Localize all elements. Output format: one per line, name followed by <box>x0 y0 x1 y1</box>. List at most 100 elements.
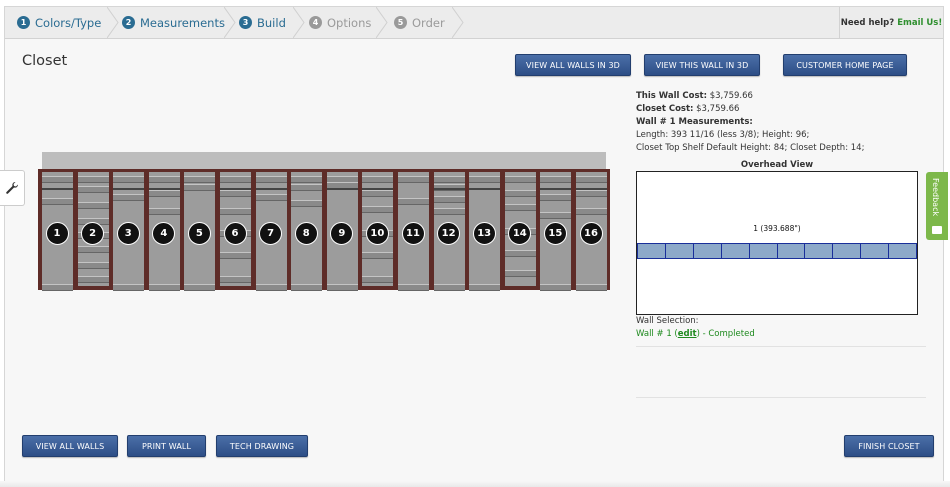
step-label: Order <box>412 15 445 30</box>
shelf <box>433 196 465 203</box>
step-colors-type[interactable]: 1 Colors/Type <box>17 7 101 38</box>
shelf <box>504 176 536 183</box>
measurements-heading-text: Wall # 1 Measurements: <box>636 117 753 127</box>
bay-number-badge[interactable]: 8 <box>294 222 318 245</box>
wall-cost-value: $3,759.66 <box>709 91 753 101</box>
shelf <box>540 194 572 201</box>
step-order[interactable]: 5 Order <box>394 7 445 38</box>
shelf <box>77 276 109 283</box>
bay-number-badge[interactable]: 15 <box>543 222 567 245</box>
shelf <box>398 284 429 291</box>
shelf <box>148 176 180 183</box>
bay-number-badge[interactable]: 16 <box>579 222 603 245</box>
customer-home-page-button[interactable]: CUSTOMER HOME PAGE <box>783 54 907 76</box>
hanging-rod <box>362 188 394 190</box>
shelf <box>362 176 394 183</box>
step-label: Colors/Type <box>35 15 102 30</box>
overhead-view-title: Overhead View <box>740 160 814 170</box>
closet-cost: Closet Cost: $3,759.66 <box>636 104 739 114</box>
hanging-rod <box>148 188 180 190</box>
hanging-rod <box>42 188 73 190</box>
shelf <box>362 190 394 197</box>
shelf <box>113 194 145 201</box>
wall-selection-status: Wall # 1 (edit) - Completed <box>636 329 755 339</box>
step-number: 3 <box>239 16 252 29</box>
bay-number-badge[interactable]: 10 <box>365 222 389 245</box>
page-title: Closet <box>22 53 68 69</box>
shelf <box>220 252 251 259</box>
overhead-view[interactable]: 1 (393.688") <box>636 171 918 315</box>
tech-drawing-button[interactable]: TECH DRAWING <box>216 435 308 457</box>
shelf <box>469 284 501 291</box>
shelf <box>504 190 536 197</box>
shelf <box>291 200 323 207</box>
shelf <box>291 176 323 183</box>
bay-number-badge[interactable]: 3 <box>116 222 140 245</box>
shelf <box>184 176 216 183</box>
tools-button[interactable] <box>0 170 25 206</box>
step-options[interactable]: 4 Options <box>309 7 371 38</box>
shelf <box>469 176 501 183</box>
shelf <box>77 176 109 183</box>
shelf <box>433 284 465 291</box>
step-measurements[interactable]: 2 Measurements <box>122 7 225 38</box>
bay-number-badge[interactable]: 6 <box>223 222 247 245</box>
shelf <box>148 284 180 291</box>
overhead-wall-label: 1 (393.688") <box>753 224 801 233</box>
bay-number-badge[interactable]: 5 <box>187 222 211 245</box>
measurements-heading: Wall # 1 Measurements: <box>636 117 753 127</box>
step-label: Measurements <box>140 15 225 30</box>
bay-number-badge[interactable]: 11 <box>401 222 425 245</box>
finish-closet-button[interactable]: FINISH CLOSET <box>844 435 934 457</box>
bay-number-badge[interactable]: 1 <box>45 222 69 245</box>
bay-number-badge[interactable]: 7 <box>259 222 283 245</box>
shelf <box>576 190 607 197</box>
shelf <box>540 212 572 219</box>
view-this-wall-3d-button[interactable]: VIEW THIS WALL IN 3D <box>644 54 760 76</box>
shelf <box>398 198 429 205</box>
hanging-rod <box>113 188 145 190</box>
shelf <box>220 190 251 197</box>
view-all-walls-3d-button[interactable]: VIEW ALL WALLS IN 3D <box>515 54 631 76</box>
shelf <box>255 284 287 291</box>
measurements-line: Closet Top Shelf Default Height: 84; Clo… <box>636 143 865 153</box>
bay-number-badge[interactable]: 13 <box>472 222 496 245</box>
shelf <box>77 246 109 253</box>
wall-selection-suffix: ) - Completed <box>696 329 755 339</box>
overhead-wall[interactable] <box>637 243 917 259</box>
shelf <box>504 270 536 277</box>
hanging-rod <box>433 188 465 190</box>
shelf <box>576 176 607 183</box>
step-build[interactable]: 3 Build <box>239 7 286 38</box>
bay-number-badge[interactable]: 2 <box>81 222 105 245</box>
shelf <box>184 184 216 191</box>
shelf <box>433 176 465 183</box>
shelf <box>77 186 109 193</box>
shelf <box>220 208 251 215</box>
step-number: 5 <box>394 16 407 29</box>
email-us-link[interactable]: Email Us! <box>897 18 942 28</box>
shelf <box>576 208 607 215</box>
shelf <box>255 176 287 183</box>
wall-selection-prefix: Wall # 1 ( <box>636 329 678 339</box>
shelf <box>362 276 394 283</box>
shelf <box>255 194 287 201</box>
print-wall-button[interactable]: PRINT WALL <box>127 435 206 457</box>
step-number: 1 <box>17 16 30 29</box>
step-label: Build <box>257 15 286 30</box>
chevron-divider <box>224 7 236 38</box>
page-bottom <box>0 481 950 487</box>
step-number: 2 <box>122 16 135 29</box>
shelf <box>326 284 358 291</box>
shelf <box>540 176 572 183</box>
hanging-rod <box>576 188 607 190</box>
feedback-label: Feedback <box>931 178 940 217</box>
shelf <box>42 284 73 291</box>
divider <box>636 397 926 398</box>
edit-wall-link[interactable]: edit <box>678 329 697 339</box>
wall-cost-label: This Wall Cost: <box>636 91 707 101</box>
bay-number-badge[interactable]: 12 <box>437 222 461 245</box>
feedback-tab[interactable]: Feedback <box>926 172 948 240</box>
view-all-walls-button[interactable]: VIEW ALL WALLS <box>22 435 118 457</box>
closet-elevation: 1 2 3 4 5 6 7 8 9 10 11 12 13 14 15 16 <box>38 152 610 292</box>
